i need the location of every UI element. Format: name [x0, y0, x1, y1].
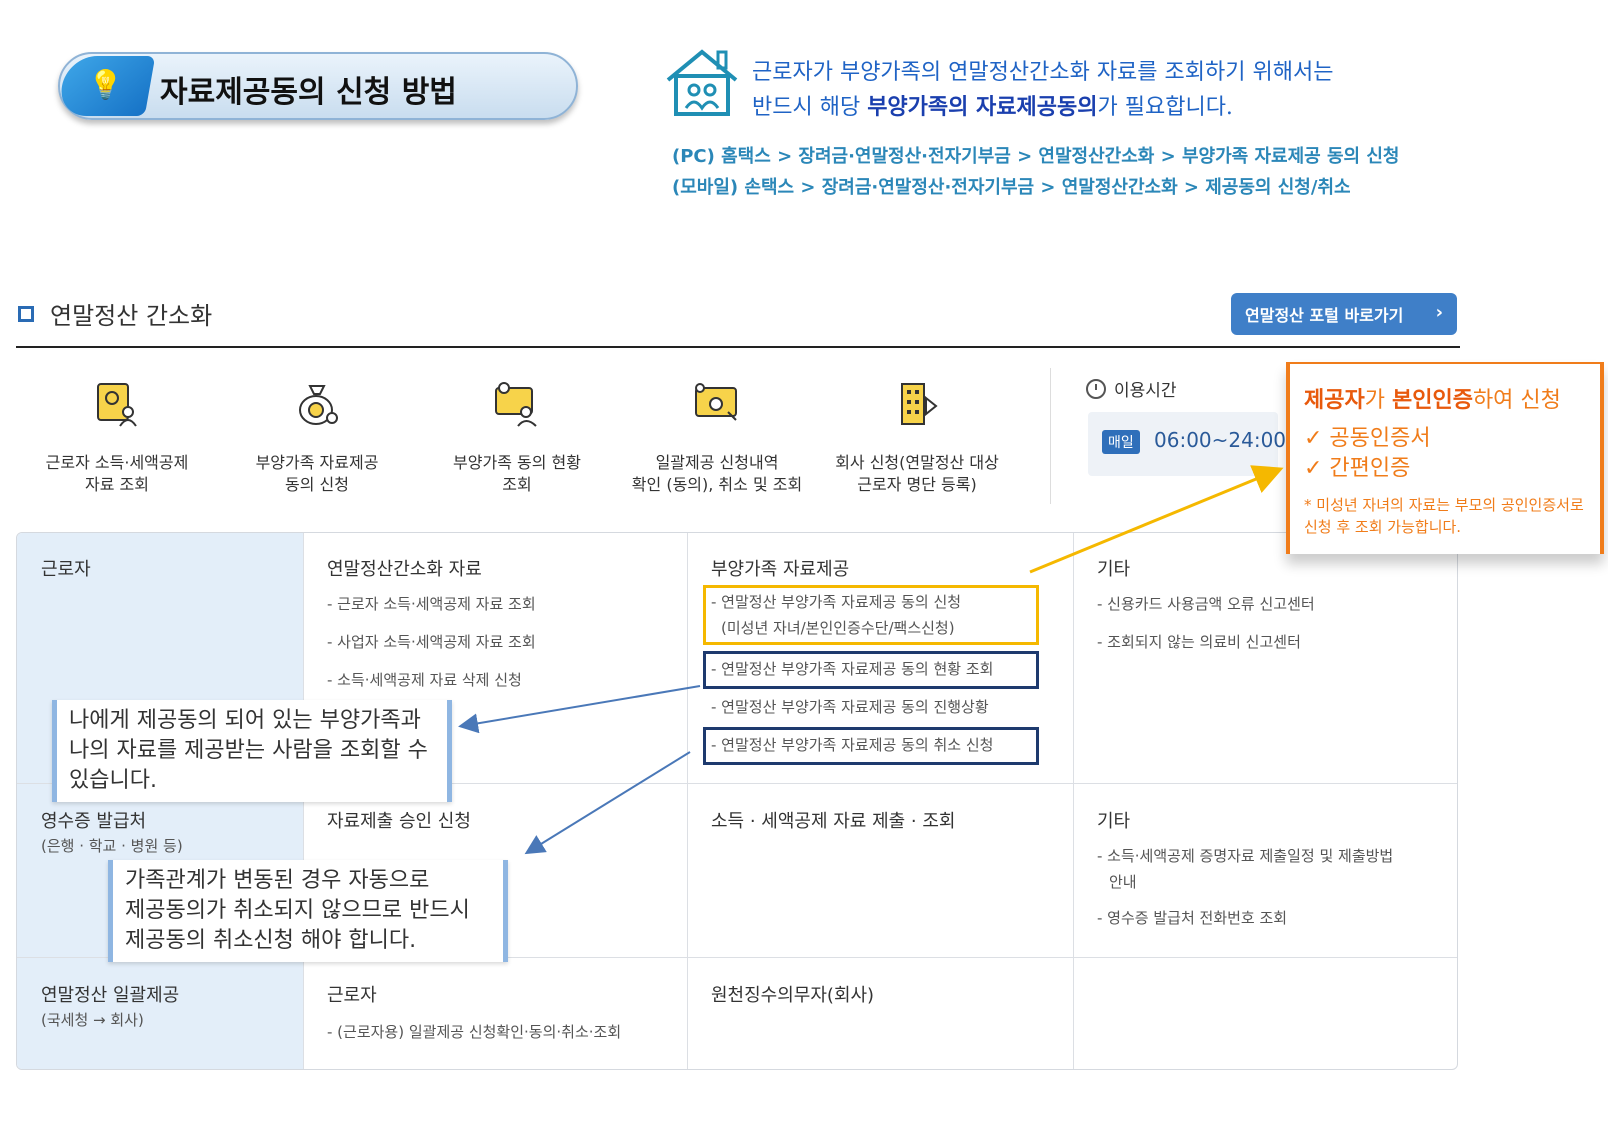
arrow-to-status-callout — [458, 685, 701, 734]
arrow-to-cancel-callout — [524, 751, 691, 855]
connector-arrows — [458, 465, 1284, 855]
arrow-to-auth-callout — [1029, 465, 1284, 574]
